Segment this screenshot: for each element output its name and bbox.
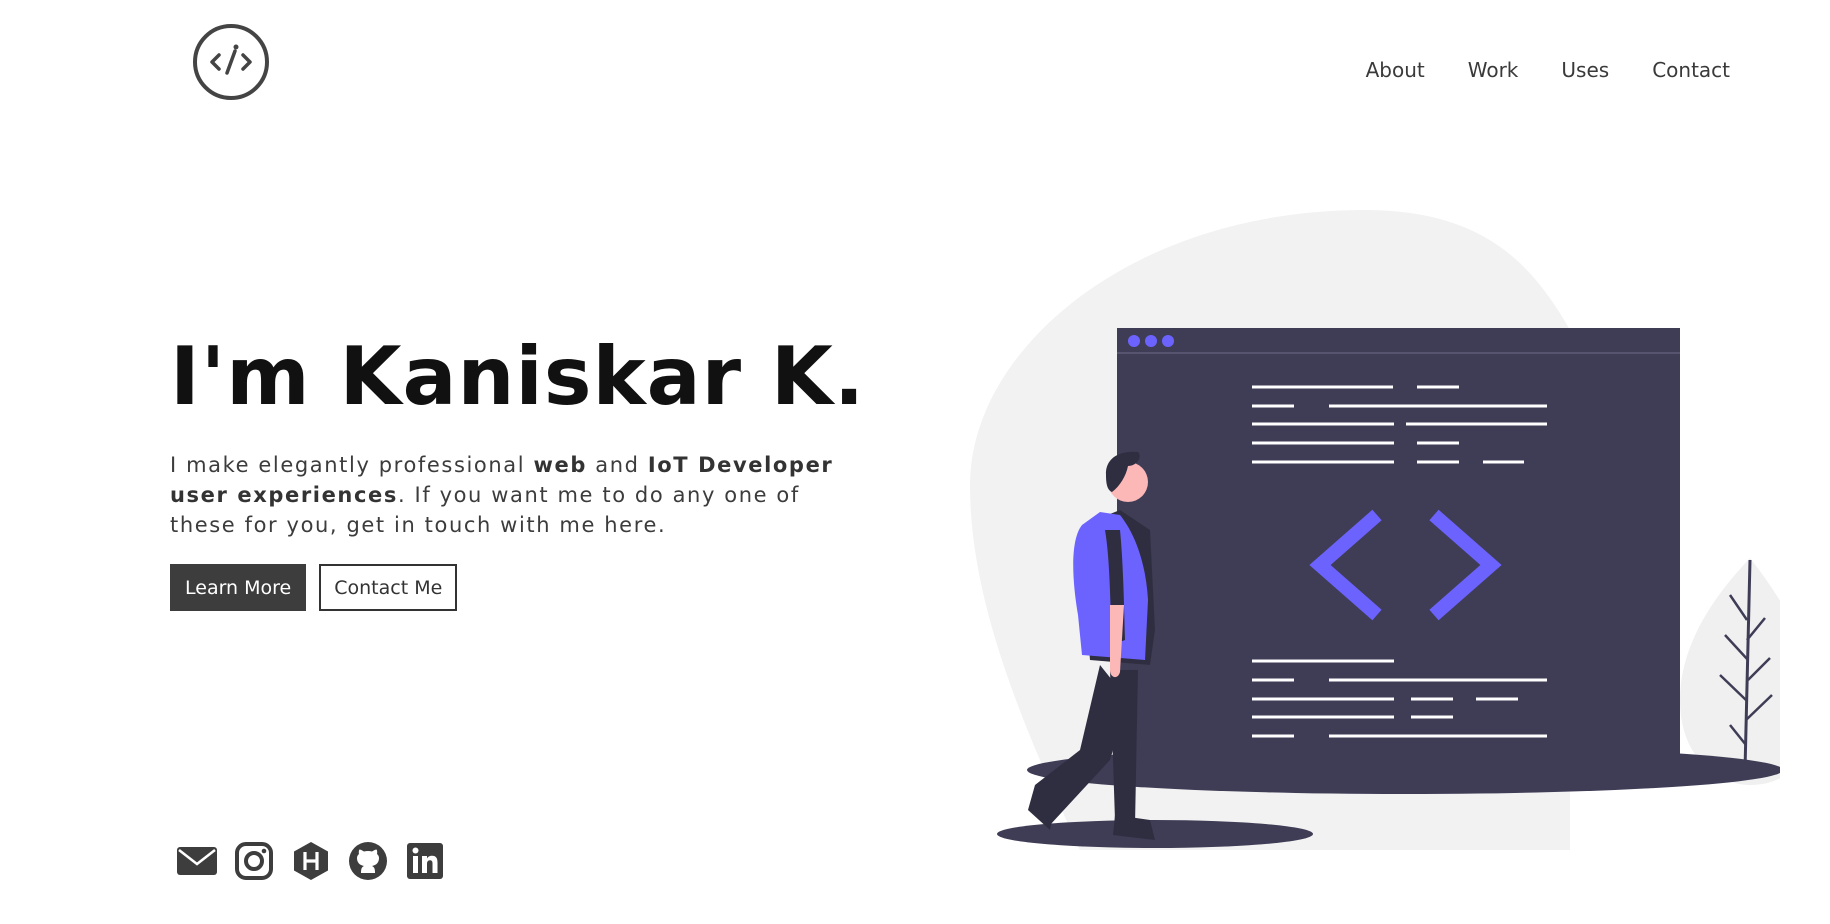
hashnode-icon[interactable] xyxy=(290,840,332,882)
linkedin-icon[interactable] xyxy=(404,840,446,882)
nav-work[interactable]: Work xyxy=(1468,58,1519,82)
github-icon[interactable] xyxy=(347,840,389,882)
intro-text: and xyxy=(586,453,648,477)
hero-illustration xyxy=(960,200,1816,860)
developer-illustration xyxy=(970,209,1816,851)
intro-bold-web: web xyxy=(533,453,587,477)
nav-uses[interactable]: Uses xyxy=(1561,58,1609,82)
nav-about[interactable]: About xyxy=(1366,58,1425,82)
site-logo[interactable] xyxy=(192,23,270,101)
hero-intro: I make elegantly professional web and Io… xyxy=(170,450,860,540)
nav-contact[interactable]: Contact xyxy=(1652,58,1730,82)
learn-more-button[interactable]: Learn More xyxy=(170,564,307,611)
contact-me-button[interactable]: Contact Me xyxy=(319,564,458,611)
code-circle-logo-icon xyxy=(193,24,269,100)
social-links xyxy=(176,840,446,882)
intro-text: I make elegantly professional xyxy=(170,453,534,477)
email-icon[interactable] xyxy=(176,840,218,882)
main-nav: About Work Uses Contact xyxy=(1323,58,1730,82)
hero-actions: Learn More Contact Me xyxy=(170,564,458,611)
hero-title: I'm Kaniskar K. xyxy=(170,330,866,423)
instagram-icon[interactable] xyxy=(233,840,275,882)
